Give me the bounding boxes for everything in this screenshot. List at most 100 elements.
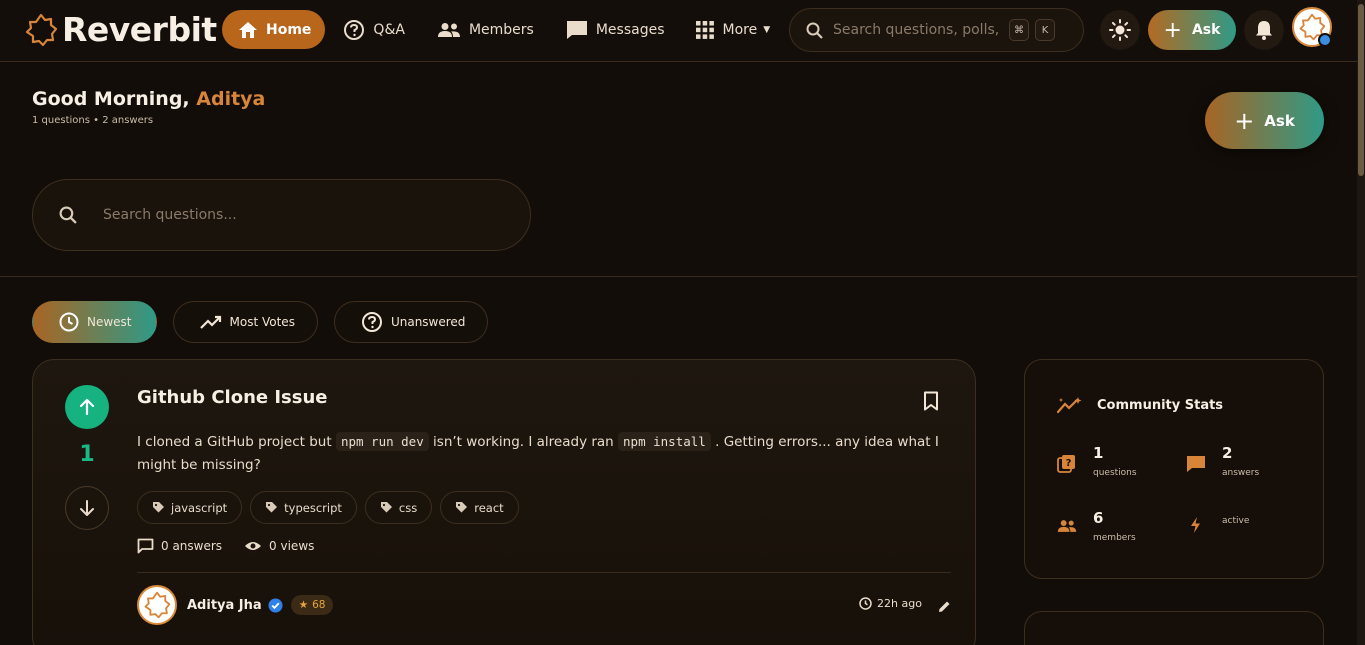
question-card: 1 Github Clone Issue I cloned a GitHub p… — [32, 359, 976, 645]
trending-up-icon — [199, 315, 221, 329]
stat-members-value: 6 — [1093, 509, 1104, 527]
question-body-part-2: isn’t working. I already ran — [433, 434, 614, 450]
filter-most-votes[interactable]: Most Votes — [172, 301, 318, 343]
search-icon — [59, 206, 77, 224]
main-nav: Home Q&A Members Messages More ▼ — [222, 10, 788, 49]
question-search-input[interactable]: Search questions... — [32, 179, 531, 251]
community-stats-title: Community Stats — [1057, 396, 1223, 414]
nav-qa[interactable]: Q&A — [329, 10, 419, 49]
notifications-button[interactable] — [1244, 10, 1284, 50]
vote-count: 1 — [79, 442, 95, 467]
svg-text:?: ? — [1066, 458, 1072, 469]
community-stats-card: Community Stats ? 1 questions 2 answers … — [1024, 359, 1324, 579]
reverbit-logo-icon — [25, 13, 58, 47]
clock-icon — [859, 597, 872, 610]
bookmark-button[interactable] — [923, 391, 939, 415]
sparkle-chart-icon — [1057, 397, 1082, 414]
page-scrollbar[interactable] — [1357, 0, 1365, 645]
ask-question-button[interactable]: + Ask — [1205, 92, 1324, 149]
nav-qa-label: Q&A — [373, 21, 405, 38]
stat-active: active — [1186, 516, 1249, 534]
stat-questions-value: 1 — [1093, 444, 1104, 462]
filter-newest-label: Newest — [87, 315, 132, 329]
nav-more[interactable]: More ▼ — [682, 10, 784, 49]
brand-name: Reverbit — [62, 10, 217, 49]
tag-label: css — [398, 500, 418, 515]
filter-newest[interactable]: Newest — [32, 301, 157, 343]
arrow-up-icon — [79, 398, 95, 416]
reputation-value: 68 — [312, 599, 326, 611]
lightning-icon — [1191, 517, 1200, 533]
sidebar-card-secondary — [1024, 611, 1324, 645]
section-divider — [0, 276, 1357, 277]
user-activity-summary: 1 questions • 2 answers — [32, 115, 154, 126]
inline-code-2: npm install — [618, 432, 711, 451]
stat-questions-label: questions — [1093, 468, 1137, 478]
question-circle-icon — [344, 19, 365, 40]
filter-unanswered[interactable]: Unanswered — [333, 301, 489, 343]
global-search-placeholder: Search questions, polls, eve — [833, 22, 1003, 38]
top-navbar: Reverbit Home Q&A Members Messages More … — [0, 0, 1357, 62]
scrollbar-thumb[interactable] — [1358, 4, 1364, 176]
stat-answers-label: answers — [1222, 468, 1260, 478]
card-divider — [137, 572, 951, 573]
tag-javascript[interactable]: javascript — [137, 491, 243, 524]
question-stats: 0 answers 0 views — [137, 538, 336, 554]
grid-icon — [696, 20, 715, 39]
filter-unanswered-label: Unanswered — [390, 315, 466, 329]
ask-question-button-label: Ask — [1264, 111, 1295, 130]
global-search-input[interactable]: Search questions, polls, eve ⌘ K — [789, 8, 1084, 52]
bell-icon — [1256, 21, 1272, 40]
upvote-button[interactable] — [65, 385, 109, 429]
stat-questions: ? 1 questions — [1057, 444, 1137, 478]
sun-icon — [1109, 19, 1131, 41]
nav-home-label: Home — [266, 21, 312, 38]
people-icon — [1057, 520, 1077, 532]
avatar-logo-icon — [144, 591, 171, 619]
ask-button-top[interactable]: + Ask — [1148, 10, 1236, 50]
eye-icon — [245, 542, 262, 550]
question-circle-icon — [361, 312, 382, 332]
tag-label: javascript — [171, 500, 228, 515]
question-title[interactable]: Github Clone Issue — [137, 387, 328, 408]
nav-home[interactable]: Home — [222, 10, 326, 49]
sort-filters: Newest Most Votes Unanswered — [32, 301, 504, 343]
shortcut-key-cmd: ⌘ — [1009, 19, 1029, 41]
tag-label: react — [474, 500, 504, 515]
greeting-heading: Good Morning, Aditya — [32, 88, 265, 110]
home-icon — [239, 21, 257, 38]
plus-icon: + — [1234, 106, 1255, 135]
ask-button-top-label: Ask — [1191, 22, 1221, 38]
tag-icon — [266, 502, 278, 513]
tag-icon — [153, 502, 164, 513]
question-author[interactable]: Aditya Jha ★ 68 — [137, 585, 334, 625]
brand-logo[interactable]: Reverbit — [24, 12, 217, 48]
edit-question-button[interactable] — [938, 598, 951, 617]
question-time-label: 22h ago — [877, 597, 922, 610]
reputation-badge: ★ 68 — [290, 595, 334, 615]
theme-toggle-button[interactable] — [1100, 10, 1140, 50]
tag-react[interactable]: react — [440, 491, 519, 524]
tag-typescript[interactable]: typescript — [250, 491, 357, 524]
author-avatar[interactable] — [137, 585, 177, 625]
question-body: I cloned a GitHub project but npm run de… — [137, 430, 957, 477]
downvote-button[interactable] — [65, 486, 109, 530]
tag-css[interactable]: css — [364, 491, 433, 524]
search-icon — [806, 22, 823, 39]
arrow-down-icon — [80, 500, 94, 516]
clock-icon — [59, 312, 79, 332]
stat-answers: 2 answers — [1186, 444, 1259, 478]
tag-icon — [380, 502, 392, 513]
author-name[interactable]: Aditya Jha — [187, 598, 262, 613]
stat-active-label: active — [1222, 516, 1250, 526]
answers-count[interactable]: 0 answers — [137, 538, 222, 554]
nav-messages-label: Messages — [595, 21, 665, 38]
answers-count-label: 0 answers — [161, 539, 223, 553]
question-search-placeholder: Search questions... — [103, 207, 237, 223]
nav-messages[interactable]: Messages — [552, 10, 679, 49]
views-count: 0 views — [244, 539, 314, 553]
pencil-icon — [939, 601, 950, 612]
plus-icon: + — [1163, 17, 1182, 43]
nav-members[interactable]: Members — [423, 10, 548, 49]
bookmark-icon — [924, 391, 938, 411]
